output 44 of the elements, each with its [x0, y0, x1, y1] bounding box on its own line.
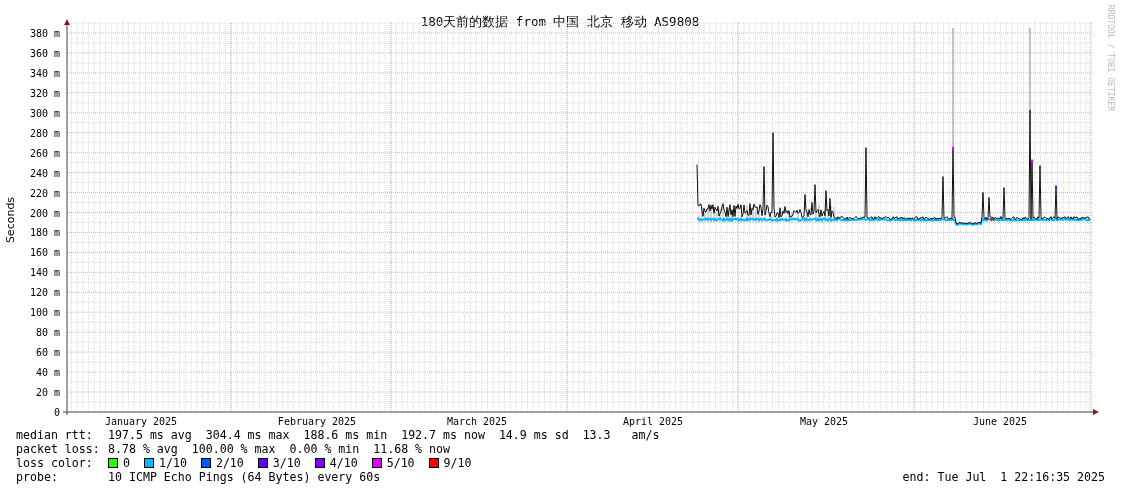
legend-entry: 9/10 [443, 456, 472, 470]
end-time: end: Tue Jul 1 22:16:35 2025 [902, 470, 1105, 484]
y-tick-label: 20 m [35, 387, 60, 399]
y-tick-label: 280 m [29, 127, 60, 139]
month-label: February 2025 [277, 416, 357, 427]
y-tick-label: 140 m [29, 267, 60, 279]
y-tick-label: 320 m [29, 87, 60, 99]
y-tick-label: 260 m [29, 147, 60, 159]
probe-value: 10 ICMP Echo Pings (64 Bytes) every 60s [108, 470, 381, 484]
month-label: May 2025 [799, 416, 849, 427]
y-tick-label: 240 m [29, 167, 60, 179]
y-tick-label: 340 m [29, 67, 60, 79]
y-tick-label: 200 m [29, 207, 60, 219]
y-tick-label: 120 m [29, 287, 60, 299]
y-tick-label: 180 m [29, 227, 60, 239]
y-tick-label: 0 [53, 407, 60, 418]
legend-entry: 4/10 [329, 456, 358, 470]
y-tick-label: 360 m [29, 47, 60, 59]
month-label: April 2025 [622, 416, 684, 427]
stat-values: 8.78 % avg 100.00 % max 0.00 % min 11.68 % now [108, 442, 451, 456]
legend-entry: 5/10 [386, 456, 415, 470]
legend-entry: 0 [123, 456, 130, 470]
stat-label: median rtt: [16, 428, 94, 442]
y-tick-label: 100 m [29, 307, 60, 319]
legend-entry: 3/10 [272, 456, 301, 470]
y-tick-label: 60 m [35, 347, 60, 359]
y-tick-label: 380 m [29, 27, 60, 39]
y-tick-label: 80 m [35, 327, 60, 339]
legend-entry: 2/10 [215, 456, 244, 470]
stat-label: packet loss: [16, 442, 101, 456]
stat-values: 197.5 ms avg 304.4 ms max 188.6 ms min 192.7 ms now 14.9 ms sd 13.3 am/s [108, 428, 660, 442]
month-label: March 2025 [446, 416, 508, 427]
legend-entry: 1/10 [159, 456, 187, 470]
y-tick-label: 160 m [29, 247, 60, 259]
y-tick-label: 40 m [35, 367, 60, 379]
month-label: June 2025 [972, 416, 1028, 427]
probe-label: probe: [16, 470, 59, 484]
y-tick-label: 300 m [29, 107, 60, 119]
month-label: January 2025 [104, 416, 178, 427]
legend-label: loss color: [16, 456, 94, 470]
y-axis-title: Seconds [4, 196, 17, 244]
y-tick-label: 220 m [29, 187, 60, 199]
rrdtool-credit-text: RRDTOOL / TOBI OETIKER [1106, 5, 1115, 111]
chart-title: 180天前的数据 from 中国 北京 移动 AS9808 [420, 14, 700, 29]
